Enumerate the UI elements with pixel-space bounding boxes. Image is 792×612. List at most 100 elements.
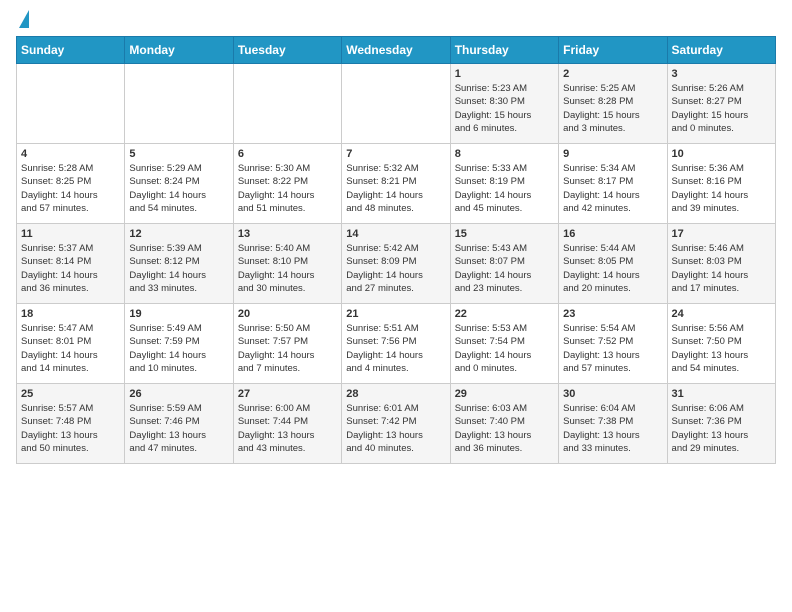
calendar-table: SundayMondayTuesdayWednesdayThursdayFrid… <box>16 36 776 464</box>
calendar-week-row: 18 Sunrise: 5:47 AMSunset: 8:01 PMDayligh… <box>17 304 776 384</box>
day-number: 9 <box>563 148 662 160</box>
day-number: 11 <box>21 228 120 240</box>
calendar-cell: 9 Sunrise: 5:34 AMSunset: 8:17 PMDaylight… <box>559 144 667 224</box>
day-number: 24 <box>672 308 771 320</box>
calendar-cell: 4 Sunrise: 5:28 AMSunset: 8:25 PMDaylight… <box>17 144 125 224</box>
calendar-cell: 21 Sunrise: 5:51 AMSunset: 7:56 PMDayligh… <box>342 304 450 384</box>
day-info: Sunrise: 5:53 AMSunset: 7:54 PMDaylight:… <box>455 322 554 375</box>
calendar-cell: 5Sunrise: 5:29 AMSunset: 8:24 PMDaylight… <box>125 144 233 224</box>
day-number: 8 <box>455 148 554 160</box>
day-number: 22 <box>455 308 554 320</box>
day-number: 7 <box>346 148 445 160</box>
day-info: Sunrise: 5:32 AMSunset: 8:21 PMDaylight:… <box>346 162 445 215</box>
day-number: 20 <box>238 308 337 320</box>
day-info: Sunrise: 5:47 AMSunset: 8:01 PMDaylight:… <box>21 322 120 375</box>
day-info: Sunrise: 5:30 AMSunset: 8:22 PMDaylight:… <box>238 162 337 215</box>
day-info: Sunrise: 5:36 AMSunset: 8:16 PMDaylight:… <box>672 162 771 215</box>
logo <box>16 16 29 28</box>
day-info: Sunrise: 5:28 AMSunset: 8:25 PMDaylight:… <box>21 162 120 215</box>
calendar-cell: 25Sunrise: 5:57 AMSunset: 7:48 PMDayligh… <box>17 384 125 464</box>
calendar-week-row: 11 Sunrise: 5:37 AMSunset: 8:14 PMDayligh… <box>17 224 776 304</box>
day-header-monday: Monday <box>125 37 233 64</box>
day-number: 15 <box>455 228 554 240</box>
day-info: Sunrise: 5:44 AMSunset: 8:05 PMDaylight:… <box>563 242 662 295</box>
calendar-cell: 28 Sunrise: 6:01 AMSunset: 7:42 PMDayligh… <box>342 384 450 464</box>
calendar-week-row: 1 Sunrise: 5:23 AMSunset: 8:30 PMDaylight… <box>17 64 776 144</box>
day-info: Sunrise: 5:56 AMSunset: 7:50 PMDaylight:… <box>672 322 771 375</box>
day-number: 31 <box>672 388 771 400</box>
day-number: 4 <box>21 148 120 160</box>
day-number: 21 <box>346 308 445 320</box>
calendar-cell: 18 Sunrise: 5:47 AMSunset: 8:01 PMDayligh… <box>17 304 125 384</box>
day-number: 16 <box>563 228 662 240</box>
calendar-cell: 8Sunrise: 5:33 AMSunset: 8:19 PMDaylight… <box>450 144 558 224</box>
day-header-friday: Friday <box>559 37 667 64</box>
day-info: Sunrise: 5:49 AMSunset: 7:59 PMDaylight:… <box>129 322 228 375</box>
calendar-cell: 14 Sunrise: 5:42 AMSunset: 8:09 PMDayligh… <box>342 224 450 304</box>
calendar-cell: 1 Sunrise: 5:23 AMSunset: 8:30 PMDaylight… <box>450 64 558 144</box>
day-info: Sunrise: 6:00 AMSunset: 7:44 PMDaylight:… <box>238 402 337 455</box>
day-number: 17 <box>672 228 771 240</box>
day-info: Sunrise: 5:26 AMSunset: 8:27 PMDaylight:… <box>672 82 771 135</box>
day-info: Sunrise: 5:37 AMSunset: 8:14 PMDaylight:… <box>21 242 120 295</box>
day-number: 28 <box>346 388 445 400</box>
day-info: Sunrise: 5:46 AMSunset: 8:03 PMDaylight:… <box>672 242 771 295</box>
calendar-cell: 11 Sunrise: 5:37 AMSunset: 8:14 PMDayligh… <box>17 224 125 304</box>
calendar-cell: 12 Sunrise: 5:39 AMSunset: 8:12 PMDayligh… <box>125 224 233 304</box>
day-info: Sunrise: 5:25 AMSunset: 8:28 PMDaylight:… <box>563 82 662 135</box>
calendar-cell <box>233 64 341 144</box>
day-number: 10 <box>672 148 771 160</box>
calendar-cell: 23 Sunrise: 5:54 AMSunset: 7:52 PMDayligh… <box>559 304 667 384</box>
day-number: 12 <box>129 228 228 240</box>
calendar-cell: 29 Sunrise: 6:03 AMSunset: 7:40 PMDayligh… <box>450 384 558 464</box>
day-info: Sunrise: 5:42 AMSunset: 8:09 PMDaylight:… <box>346 242 445 295</box>
day-info: Sunrise: 5:39 AMSunset: 8:12 PMDaylight:… <box>129 242 228 295</box>
calendar-cell: 20 Sunrise: 5:50 AMSunset: 7:57 PMDayligh… <box>233 304 341 384</box>
day-info: Sunrise: 5:23 AMSunset: 8:30 PMDaylight:… <box>455 82 554 135</box>
calendar-header-row: SundayMondayTuesdayWednesdayThursdayFrid… <box>17 37 776 64</box>
day-info: Sunrise: 5:54 AMSunset: 7:52 PMDaylight:… <box>563 322 662 375</box>
day-info: Sunrise: 5:57 AMSunset: 7:48 PMDaylight:… <box>21 402 120 455</box>
page-header <box>16 16 776 28</box>
day-info: Sunrise: 5:34 AMSunset: 8:17 PMDaylight:… <box>563 162 662 215</box>
day-info: Sunrise: 5:51 AMSunset: 7:56 PMDaylight:… <box>346 322 445 375</box>
day-header-sunday: Sunday <box>17 37 125 64</box>
day-number: 13 <box>238 228 337 240</box>
calendar-cell: 6Sunrise: 5:30 AMSunset: 8:22 PMDaylight… <box>233 144 341 224</box>
calendar-cell: 30Sunrise: 6:04 AMSunset: 7:38 PMDayligh… <box>559 384 667 464</box>
day-info: Sunrise: 5:40 AMSunset: 8:10 PMDaylight:… <box>238 242 337 295</box>
calendar-cell: 10 Sunrise: 5:36 AMSunset: 8:16 PMDayligh… <box>667 144 775 224</box>
day-number: 23 <box>563 308 662 320</box>
calendar-cell: 26Sunrise: 5:59 AMSunset: 7:46 PMDayligh… <box>125 384 233 464</box>
day-number: 2 <box>563 68 662 80</box>
day-number: 5 <box>129 148 228 160</box>
calendar-cell: 2 Sunrise: 5:25 AMSunset: 8:28 PMDaylight… <box>559 64 667 144</box>
day-number: 29 <box>455 388 554 400</box>
day-number: 14 <box>346 228 445 240</box>
calendar-cell: 3 Sunrise: 5:26 AMSunset: 8:27 PMDaylight… <box>667 64 775 144</box>
day-number: 3 <box>672 68 771 80</box>
calendar-week-row: 4 Sunrise: 5:28 AMSunset: 8:25 PMDaylight… <box>17 144 776 224</box>
calendar-cell <box>125 64 233 144</box>
day-info: Sunrise: 6:06 AMSunset: 7:36 PMDaylight:… <box>672 402 771 455</box>
day-info: Sunrise: 5:50 AMSunset: 7:57 PMDaylight:… <box>238 322 337 375</box>
day-header-thursday: Thursday <box>450 37 558 64</box>
day-info: Sunrise: 5:59 AMSunset: 7:46 PMDaylight:… <box>129 402 228 455</box>
calendar-cell: 22 Sunrise: 5:53 AMSunset: 7:54 PMDayligh… <box>450 304 558 384</box>
day-number: 27 <box>238 388 337 400</box>
day-number: 19 <box>129 308 228 320</box>
day-header-wednesday: Wednesday <box>342 37 450 64</box>
calendar-cell: 19 Sunrise: 5:49 AMSunset: 7:59 PMDayligh… <box>125 304 233 384</box>
calendar-cell <box>342 64 450 144</box>
calendar-cell: 24 Sunrise: 5:56 AMSunset: 7:50 PMDayligh… <box>667 304 775 384</box>
day-info: Sunrise: 6:01 AMSunset: 7:42 PMDaylight:… <box>346 402 445 455</box>
calendar-cell: 15 Sunrise: 5:43 AMSunset: 8:07 PMDayligh… <box>450 224 558 304</box>
day-info: Sunrise: 6:04 AMSunset: 7:38 PMDaylight:… <box>563 402 662 455</box>
day-info: Sunrise: 6:03 AMSunset: 7:40 PMDaylight:… <box>455 402 554 455</box>
day-header-saturday: Saturday <box>667 37 775 64</box>
day-number: 1 <box>455 68 554 80</box>
day-info: Sunrise: 5:43 AMSunset: 8:07 PMDaylight:… <box>455 242 554 295</box>
day-number: 18 <box>21 308 120 320</box>
calendar-cell: 31 Sunrise: 6:06 AMSunset: 7:36 PMDayligh… <box>667 384 775 464</box>
calendar-cell: 13 Sunrise: 5:40 AMSunset: 8:10 PMDayligh… <box>233 224 341 304</box>
